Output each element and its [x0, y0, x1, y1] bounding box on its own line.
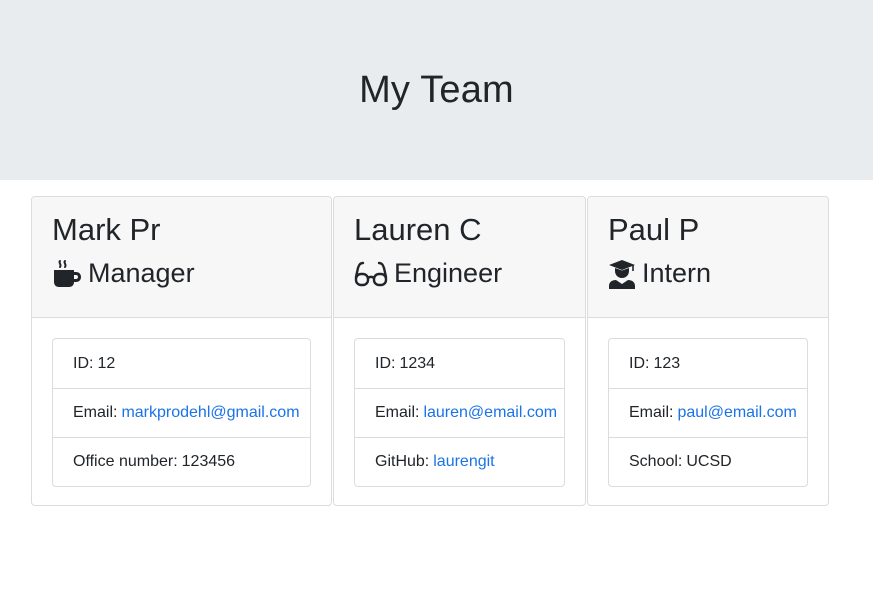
- card-body: ID: 1234 Email: lauren@email.com GitHub:…: [334, 318, 585, 505]
- employee-role: Intern: [608, 258, 808, 289]
- office-number-row: Office number: 123456: [53, 437, 310, 486]
- school-row: School: UCSD: [609, 437, 807, 486]
- glasses-icon: [354, 259, 388, 289]
- employee-name: Mark Pr: [52, 212, 161, 247]
- github-link[interactable]: laurengit: [433, 453, 494, 471]
- coffee-icon: [52, 259, 82, 289]
- id-row: ID: 12: [73, 354, 116, 372]
- page-title: My Team: [359, 68, 514, 111]
- card-header: Mark Pr Manager: [32, 197, 331, 318]
- employee-name: Lauren C: [354, 212, 482, 247]
- employee-role: Manager: [52, 258, 311, 289]
- page-header: My Team: [0, 0, 873, 180]
- employee-card-manager: Mark Pr Manager ID: 12 Email: markprodeh…: [31, 196, 332, 506]
- card-body: ID: 12 Email: markprodehl@gmail.com Offi…: [32, 318, 331, 505]
- github-row: GitHub: laurengit: [355, 437, 564, 486]
- employee-card-intern: Paul P Intern ID: 123 Email: paul@email.…: [587, 196, 829, 506]
- employee-card-engineer: Lauren C Engineer ID: 1234 Email: lauren…: [333, 196, 586, 506]
- email-link[interactable]: lauren@email.com: [423, 404, 557, 422]
- employee-name: Paul P: [608, 212, 700, 247]
- email-row: Email: paul@email.com: [609, 388, 807, 437]
- employee-details: ID: 123 Email: paul@email.com School: UC…: [608, 338, 808, 487]
- email-link[interactable]: paul@email.com: [677, 404, 796, 422]
- employee-details: ID: 12 Email: markprodehl@gmail.com Offi…: [52, 338, 311, 487]
- employee-details: ID: 1234 Email: lauren@email.com GitHub:…: [354, 338, 565, 487]
- card-header: Lauren C Engineer: [334, 197, 585, 318]
- email-row: Email: lauren@email.com: [355, 388, 564, 437]
- email-link[interactable]: markprodehl@gmail.com: [121, 404, 299, 422]
- team-cards: Mark Pr Manager ID: 12 Email: markprodeh…: [31, 196, 829, 506]
- id-row: ID: 123: [629, 354, 681, 372]
- employee-role: Engineer: [354, 258, 565, 289]
- card-header: Paul P Intern: [588, 197, 828, 318]
- email-row: Email: markprodehl@gmail.com: [53, 388, 310, 437]
- id-row: ID: 1234: [375, 354, 436, 372]
- card-body: ID: 123 Email: paul@email.com School: UC…: [588, 318, 828, 505]
- graduate-icon: [608, 259, 636, 289]
